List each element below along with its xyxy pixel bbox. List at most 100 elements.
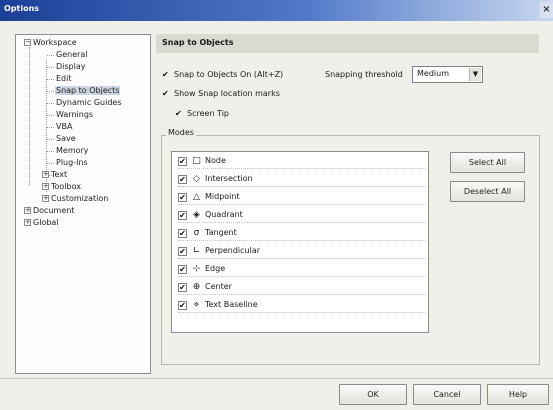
tree-item-label: Display (56, 62, 86, 71)
tree-item-label: Memory (56, 146, 89, 155)
ok-button[interactable]: OK (339, 384, 407, 405)
mode-item-tangent[interactable]: ✔ σ Tangent (178, 225, 426, 241)
tree-item-label: General (56, 50, 88, 59)
tree-item-plug-ins[interactable]: Plug-Ins (56, 157, 88, 169)
expand-icon[interactable]: + (42, 171, 49, 178)
screen-tip-checkbox[interactable]: ✔ Screen Tip (175, 107, 229, 120)
tree-item-label: Text (51, 170, 68, 179)
checkbox-checked-icon[interactable]: ✔ (178, 301, 187, 310)
collapse-icon[interactable]: − (24, 39, 31, 46)
tree-item-global[interactable]: + Global (24, 217, 59, 229)
tree-item-label: Warnings (56, 110, 94, 119)
tree-item-general[interactable]: General (56, 49, 88, 61)
checkbox-checked-icon[interactable]: ✔ (178, 265, 187, 274)
tree-item-label: Customization (51, 194, 109, 203)
show-marks-label: Show Snap location marks (174, 89, 280, 98)
snap-on-checkbox[interactable]: ✔ Snap to Objects On (Alt+Z) (162, 68, 283, 81)
expand-icon[interactable]: + (24, 207, 31, 214)
check-icon: ✔ (162, 70, 169, 79)
tree-item-label: Plug-Ins (56, 158, 88, 167)
snapping-threshold-value: Medium (417, 69, 449, 78)
mode-item-perpendicular[interactable]: ✔ ∟ Perpendicular (178, 243, 426, 259)
window-title: Options (4, 4, 40, 13)
tree-item-customization[interactable]: + Customization (42, 193, 108, 205)
tree-item-label: Document (33, 206, 75, 215)
check-icon: ✔ (162, 89, 169, 98)
tree-item-text[interactable]: + Text (42, 169, 67, 181)
tree-item-save[interactable]: Save (56, 133, 76, 145)
expand-icon[interactable]: + (42, 195, 49, 202)
checkbox-checked-icon[interactable]: ✔ (178, 193, 187, 202)
tree-item-toolbox[interactable]: + Toolbox (42, 181, 81, 193)
cancel-button[interactable]: Cancel (413, 384, 481, 405)
mode-item-intersection[interactable]: ✔ ◇ Intersection (178, 171, 426, 187)
options-dialog: − Workspace General Display Edit Snap to … (0, 21, 553, 410)
tree-item-memory[interactable]: Memory (56, 145, 89, 157)
midpoint-icon: △ (193, 192, 200, 202)
intersection-icon: ◇ (193, 174, 200, 184)
mode-label: Midpoint (205, 192, 240, 201)
show-marks-checkbox[interactable]: ✔ Show Snap location marks (162, 87, 280, 100)
tree-item-vba[interactable]: VBA (56, 121, 72, 133)
mode-item-midpoint[interactable]: ✔ △ Midpoint (178, 189, 426, 205)
snapping-threshold-select[interactable]: Medium ▼ (412, 66, 483, 83)
panel-header: Snap to Objects (156, 34, 539, 53)
tree-item-label: Edit (56, 74, 72, 83)
snap-on-label: Snap to Objects On (Alt+Z) (174, 70, 284, 79)
snapping-threshold-label: Snapping threshold (325, 70, 403, 79)
node-icon: □ (192, 156, 201, 166)
chevron-down-icon[interactable]: ▼ (469, 68, 481, 81)
tree-item-label: Workspace (33, 38, 77, 47)
tree-item-label: Save (56, 134, 76, 143)
mode-item-node[interactable]: ✔ □ Node (178, 153, 426, 169)
tree-item-label: Toolbox (51, 182, 81, 191)
tree-item-document[interactable]: + Document (24, 205, 74, 217)
tangent-icon: σ (193, 228, 200, 238)
modes-list[interactable]: ✔ □ Node ✔ ◇ Intersection ✔ △ Midpoint ✔ ◈ Quadr… (171, 151, 429, 333)
checkbox-checked-icon[interactable]: ✔ (178, 247, 187, 256)
mode-item-quadrant[interactable]: ✔ ◈ Quadrant (178, 207, 426, 223)
modes-group-label: Modes (166, 128, 196, 137)
checkbox-checked-icon[interactable]: ✔ (178, 211, 187, 220)
tree-item-label: Snap to Objects (55, 86, 121, 95)
tree-item-warnings[interactable]: Warnings (56, 109, 93, 121)
mode-label: Perpendicular (205, 246, 261, 255)
checkbox-checked-icon[interactable]: ✔ (178, 157, 187, 166)
tree-item-edit[interactable]: Edit (56, 73, 72, 85)
mode-label: Center (205, 282, 232, 291)
mode-label: Quadrant (205, 210, 243, 219)
deselect-all-button[interactable]: Deselect All (450, 181, 525, 202)
tree-item-display[interactable]: Display (56, 61, 86, 73)
mode-item-center[interactable]: ✔ ⊕ Center (178, 279, 426, 295)
mode-label: Edge (205, 264, 226, 273)
mode-label: Intersection (205, 174, 253, 183)
tree-item-dynamic-guides[interactable]: Dynamic Guides (56, 97, 121, 109)
expand-icon[interactable]: + (42, 183, 49, 190)
select-all-button[interactable]: Select All (450, 152, 525, 173)
mode-item-text-baseline[interactable]: ✔ ⋄ Text Baseline (178, 297, 426, 313)
check-icon: ✔ (175, 109, 182, 118)
help-button[interactable]: Help (487, 384, 549, 405)
mode-label: Tangent (205, 228, 237, 237)
tree-item-snap-to-objects[interactable]: Snap to Objects (55, 85, 121, 97)
checkbox-checked-icon[interactable]: ✔ (178, 175, 187, 184)
mode-label: Node (205, 156, 226, 165)
perpendicular-icon: ∟ (192, 246, 201, 256)
tree-item-workspace[interactable]: − Workspace (24, 37, 77, 49)
expand-icon[interactable]: + (24, 219, 31, 226)
screen-tip-label: Screen Tip (187, 109, 229, 118)
mode-label: Text Baseline (205, 300, 258, 309)
tree-item-label: VBA (56, 122, 73, 131)
tree-item-label: Dynamic Guides (56, 98, 122, 107)
title-bar: Options × (0, 0, 553, 21)
checkbox-checked-icon[interactable]: ✔ (178, 283, 187, 292)
center-icon: ⊕ (192, 282, 201, 292)
text-baseline-icon: ⋄ (193, 300, 200, 310)
category-tree[interactable]: − Workspace General Display Edit Snap to … (15, 34, 151, 374)
close-icon[interactable]: × (540, 2, 553, 18)
mode-item-edge[interactable]: ✔ ⊹ Edge (178, 261, 426, 277)
tree-item-label: Global (33, 218, 59, 227)
quadrant-icon: ◈ (193, 210, 200, 220)
edge-icon: ⊹ (192, 264, 201, 274)
checkbox-checked-icon[interactable]: ✔ (178, 229, 187, 238)
